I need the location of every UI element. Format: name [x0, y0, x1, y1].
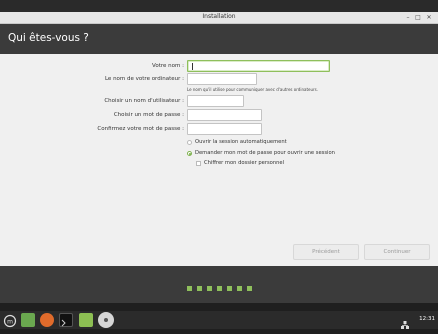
step-dot	[197, 286, 202, 291]
clock[interactable]: 12:31	[419, 316, 435, 322]
back-button[interactable]: Précédent	[293, 244, 359, 260]
username-label: Choisir un nom d'utilisateur :	[104, 98, 184, 104]
close-button[interactable]: ✕	[425, 14, 433, 22]
autologin-label[interactable]: Ouvrir la session automatiquement	[195, 139, 287, 145]
name-label: Votre nom :	[152, 63, 184, 69]
terminal-icon[interactable]	[59, 313, 73, 327]
desktop-top-strip	[0, 0, 438, 12]
computer-name-label: Le nom de votre ordinateur :	[104, 76, 184, 82]
confirm-password-label: Confirmez votre mot de passe :	[97, 126, 184, 132]
firefox-icon[interactable]	[40, 313, 54, 327]
require-password-radio[interactable]	[187, 151, 192, 156]
file-manager-icon[interactable]	[21, 313, 35, 327]
password-field[interactable]	[187, 109, 262, 121]
step-dot	[227, 286, 232, 291]
step-progress	[0, 266, 438, 303]
step-dot	[237, 286, 242, 291]
continue-button[interactable]: Continuer	[364, 244, 430, 260]
password-label: Choisir un mot de passe :	[113, 112, 184, 118]
step-dot	[187, 286, 192, 291]
step-dot	[247, 286, 252, 291]
encrypt-home-label[interactable]: Chiffrer mon dossier personnel	[204, 160, 284, 166]
taskbar: m 12:31	[0, 311, 438, 329]
confirm-password-field[interactable]	[187, 123, 262, 135]
computer-name-field[interactable]	[187, 73, 257, 85]
username-field[interactable]	[187, 95, 244, 107]
menu-icon[interactable]: m	[3, 313, 17, 328]
network-icon[interactable]	[400, 315, 410, 329]
form-area: Votre nom : Le nom de votre ordinateur :…	[0, 54, 438, 266]
page-header: Qui êtes-vous ?	[0, 24, 438, 54]
page-title: Qui êtes-vous ?	[8, 32, 89, 44]
step-dot	[217, 286, 222, 291]
encrypt-home-checkbox[interactable]	[196, 161, 201, 166]
name-field[interactable]	[187, 60, 330, 72]
titlebar[interactable]: Installation – □ ✕	[0, 12, 438, 24]
minimize-button[interactable]: –	[404, 14, 412, 22]
svg-text:m: m	[7, 318, 13, 325]
installer-icon[interactable]	[98, 312, 114, 328]
computer-name-hint: Le nom qu'il utilise pour communiquer av…	[187, 87, 319, 92]
require-password-label[interactable]: Demander mon mot de passe pour ouvrir un…	[195, 150, 335, 156]
installer-window: Installation – □ ✕ Qui êtes-vous ? Votre…	[0, 0, 438, 303]
text-caret	[192, 63, 193, 70]
step-dot	[207, 286, 212, 291]
maximize-button[interactable]: □	[414, 14, 422, 22]
window-title: Installation	[202, 13, 236, 20]
autologin-radio[interactable]	[187, 140, 192, 145]
files-icon[interactable]	[79, 313, 93, 327]
